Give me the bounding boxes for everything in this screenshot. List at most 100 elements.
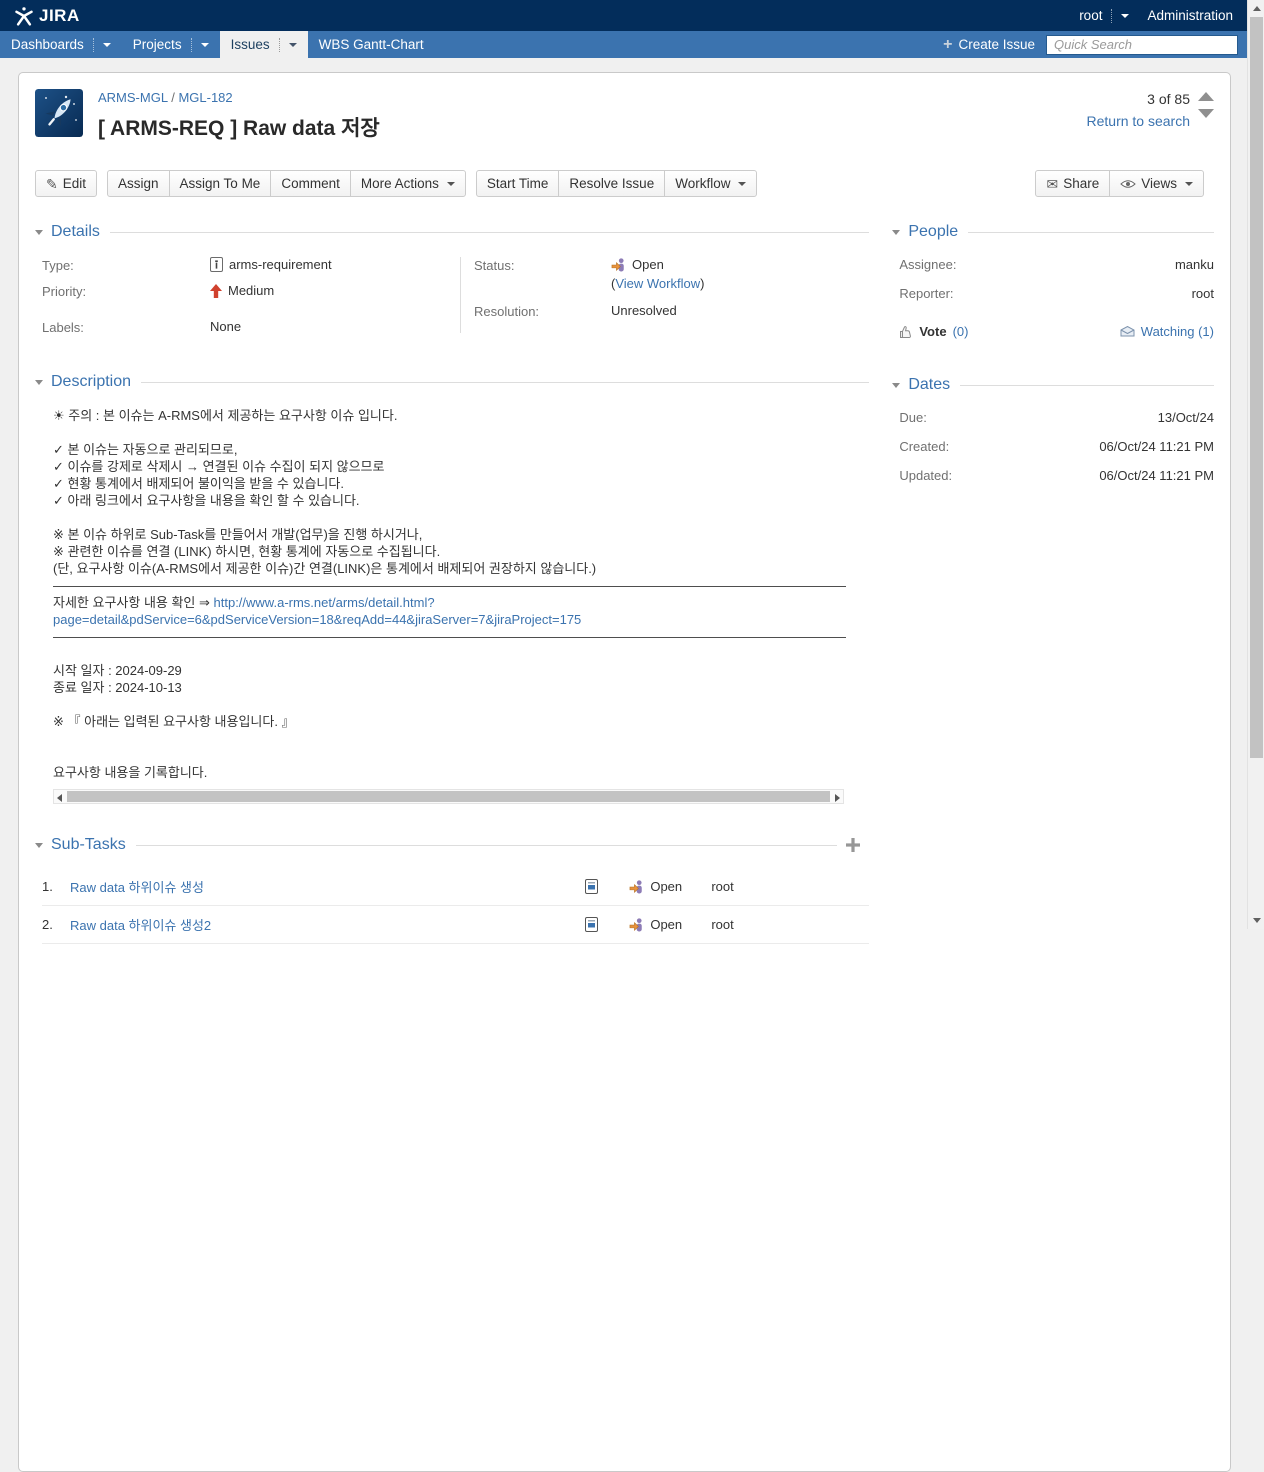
start-time-button[interactable]: Start Time: [476, 170, 560, 197]
more-actions-button[interactable]: More Actions: [350, 170, 466, 197]
issue-pager: 3 of 85 Return to search: [1087, 88, 1191, 132]
description-line: [53, 747, 869, 764]
scroll-right-icon[interactable]: [835, 794, 840, 802]
main-nav-bar: Dashboards Projects Issues WBS Gantt-Cha…: [0, 31, 1247, 58]
collapse-toggle-icon[interactable]: [35, 843, 43, 848]
subtask-title-link[interactable]: Raw data 하위이슈 생성2: [70, 915, 585, 934]
scroll-down-icon[interactable]: [1253, 918, 1261, 923]
assignee-value[interactable]: manku: [1175, 257, 1214, 272]
thumbs-up-icon: [899, 325, 913, 339]
description-line: ————————————————————————————————————————…: [53, 577, 869, 594]
description-line: ※ 『 아래는 입력된 요구사항 내용입니다. 』: [53, 713, 869, 730]
due-date-field: Due: 13/Oct/24: [899, 410, 1214, 425]
issue-title: [ ARMS-REQ ] Raw data 저장: [98, 112, 1214, 142]
eye-icon: [1120, 179, 1136, 189]
resolution-field: Resolution: Unresolved: [474, 303, 869, 319]
description-line: ————————————————————————————————————————…: [53, 628, 869, 645]
heading-rule: [960, 385, 1214, 386]
subtasks-section: Sub-Tasks 1.Raw data 하위이슈 생성Openroot2.Ra…: [35, 836, 869, 944]
subtask-status: Open: [650, 879, 682, 894]
page-vertical-scrollbar: [1247, 0, 1264, 929]
next-issue-icon[interactable]: [1198, 109, 1214, 118]
description-link[interactable]: page=detail&pdService=6&pdServiceVersion…: [53, 612, 581, 627]
jira-logo[interactable]: JIRA: [14, 6, 80, 26]
chevron-down-icon: [289, 43, 297, 47]
views-button[interactable]: Views: [1109, 170, 1204, 197]
collapse-toggle-icon[interactable]: [892, 383, 900, 388]
chevron-down-icon: [1121, 14, 1129, 18]
nav-projects[interactable]: Projects: [122, 31, 220, 58]
description-section: Description ☀ 주의 : 본 이슈는 A-RMS에서 제공하는 요구…: [35, 373, 869, 804]
chevron-down-icon: [1185, 182, 1193, 186]
description-line: [53, 424, 869, 441]
navbar-right: + Create Issue: [943, 31, 1247, 58]
breadcrumb-issue-key-link[interactable]: MGL-182: [178, 90, 232, 105]
reporter-value[interactable]: root: [1192, 286, 1214, 301]
description-line: (단, 요구사항 이슈(A-RMS에서 제공한 이슈)간 연결(LINK)은 통…: [53, 560, 869, 577]
description-text: ☀ 주의 : 본 이슈는 A-RMS에서 제공하는 요구사항 이슈 입니다. ✓…: [35, 407, 869, 781]
nav-dashboards[interactable]: Dashboards: [0, 31, 122, 58]
breadcrumb-project-link[interactable]: ARMS-MGL: [98, 90, 168, 105]
project-avatar[interactable]: [35, 89, 83, 137]
subtask-status: Open: [650, 917, 682, 932]
description-line: 시작 일자 : 2024-09-29: [53, 662, 869, 679]
workflow-button[interactable]: Workflow: [664, 170, 757, 197]
resolve-issue-button[interactable]: Resolve Issue: [558, 170, 665, 197]
edit-button[interactable]: ✎ Edit: [35, 170, 97, 197]
description-heading: Description: [51, 373, 131, 391]
add-subtask-icon[interactable]: [846, 838, 860, 852]
return-to-search-link[interactable]: Return to search: [1087, 113, 1191, 129]
vote-button[interactable]: Vote (0): [899, 324, 968, 339]
watching-label: Watching (1): [1141, 324, 1214, 339]
description-line: ☀ 주의 : 본 이슈는 A-RMS에서 제공하는 요구사항 이슈 입니다.: [53, 407, 869, 424]
watching-button[interactable]: Watching (1): [1120, 324, 1214, 339]
scroll-left-icon[interactable]: [57, 794, 62, 802]
user-menu[interactable]: root: [1079, 8, 1129, 23]
jira-charlie-icon: [14, 6, 34, 26]
watching-icon: [1120, 326, 1135, 337]
subtask-list: 1.Raw data 하위이슈 생성Openroot2.Raw data 하위이…: [35, 868, 869, 944]
priority-medium-icon: [210, 284, 222, 298]
envelope-icon: ✉: [1046, 177, 1058, 191]
status-open-icon: [629, 917, 644, 932]
horizontal-scrollbar-thumb[interactable]: [67, 791, 830, 802]
details-heading: Details: [51, 223, 100, 241]
collapse-toggle-icon[interactable]: [35, 230, 43, 235]
administration-link[interactable]: Administration: [1147, 8, 1233, 23]
scroll-up-icon[interactable]: [1253, 6, 1261, 11]
status-open-icon: [629, 879, 644, 894]
updated-date-field: Updated: 06/Oct/24 11:21 PM: [899, 468, 1214, 483]
subtask-title-link[interactable]: Raw data 하위이슈 생성: [70, 877, 585, 896]
chevron-down-icon: [447, 182, 455, 186]
issue-type-icon: [210, 257, 223, 272]
nav-issues[interactable]: Issues: [220, 31, 308, 58]
heading-rule: [110, 232, 869, 233]
heading-rule: [968, 232, 1214, 233]
description-line: ※ 본 이슈 하위로 Sub-Task를 만들어서 개발(업무)을 진행 하시거…: [53, 526, 869, 543]
quick-search-input[interactable]: [1046, 35, 1238, 55]
share-button[interactable]: ✉ Share: [1035, 170, 1110, 197]
issue-toolbar: ✎ Edit Assign Assign To Me Comment More …: [35, 170, 1214, 197]
collapse-toggle-icon[interactable]: [35, 380, 43, 385]
description-line: [53, 645, 869, 662]
view-workflow-link[interactable]: View Workflow: [615, 276, 700, 291]
people-heading: People: [908, 223, 958, 241]
vertical-scrollbar-thumb[interactable]: [1250, 17, 1263, 758]
previous-issue-icon[interactable]: [1198, 92, 1214, 101]
collapse-toggle-icon[interactable]: [892, 230, 900, 235]
description-link[interactable]: http://www.a-rms.net/arms/detail.html?: [214, 595, 435, 610]
view-workflow: (View Workflow): [611, 276, 704, 291]
assign-button[interactable]: Assign: [107, 170, 170, 197]
jira-logo-text: JIRA: [39, 6, 80, 26]
description-line: [53, 696, 869, 713]
dates-section: Dates Due: 13/Oct/24 Created: 06/Oct/24 …: [892, 376, 1214, 483]
nav-wbs-gantt-chart[interactable]: WBS Gantt-Chart: [308, 31, 435, 58]
assign-to-me-button[interactable]: Assign To Me: [169, 170, 272, 197]
pencil-icon: ✎: [46, 177, 58, 191]
heading-rule: [141, 382, 869, 383]
details-section: Details Type:: [35, 223, 869, 345]
comment-button[interactable]: Comment: [270, 170, 351, 197]
vote-count: (0): [953, 324, 969, 339]
description-horizontal-scrollbar: [53, 789, 844, 804]
create-issue-button[interactable]: + Create Issue: [943, 37, 1035, 53]
